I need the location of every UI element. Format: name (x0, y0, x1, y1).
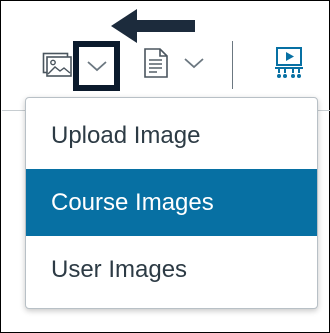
media-presentation-icon (275, 47, 303, 78)
image-button[interactable] (39, 46, 75, 82)
chevron-down-icon (184, 58, 204, 69)
menu-item-course-images[interactable]: Course Images (26, 169, 317, 236)
menu-item-upload-image[interactable]: Upload Image (26, 102, 317, 169)
document-icon (144, 48, 168, 78)
editor-window: Upload Image Course Images User Images (0, 0, 330, 333)
image-icon (42, 52, 72, 77)
menu-item-user-images[interactable]: User Images (26, 236, 317, 303)
media-button[interactable] (271, 45, 307, 81)
image-dropdown-menu: Upload Image Course Images User Images (25, 97, 318, 309)
document-button[interactable] (141, 45, 171, 81)
image-options-button[interactable] (73, 41, 120, 91)
arrow-annotation-icon (111, 9, 195, 43)
toolbar-separator (232, 41, 233, 89)
document-options-button[interactable] (179, 49, 209, 77)
chevron-down-icon (86, 61, 107, 72)
